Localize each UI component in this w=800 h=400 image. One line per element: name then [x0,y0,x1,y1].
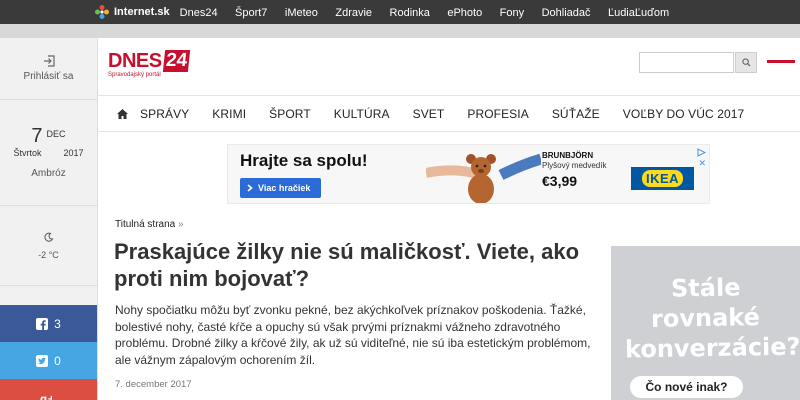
ad-headline: Hrajte sa spolu! [240,151,368,170]
header-promo[interactable] [765,52,800,73]
nav-item-krimi[interactable]: KRIMI [212,107,246,121]
article-lead: Nohy spočiatku môžu byť zvonku pekné, be… [115,303,591,367]
twitter-icon [36,354,49,367]
nav-item-kultura[interactable]: KULTÚRA [334,107,390,121]
search-input[interactable] [639,52,734,73]
ad-product-desc: Plyšový medvedík [542,161,607,170]
breadcrumb: Titulná strana » [115,219,184,230]
brand-name: DNES [108,50,162,72]
svg-text:g+: g+ [40,394,52,400]
date-month: DEC [46,129,66,139]
login-label: Prihlásiť sa [23,71,74,82]
nav-item-profesia[interactable]: PROFESIA [467,107,528,121]
facebook-share-button[interactable]: 3 [0,305,97,342]
weather-widget[interactable]: -2 °C [0,206,97,286]
ad-price: €3,99 [542,173,578,189]
teddy-bear-image [426,153,541,203]
portal-nav: Dnes24 Šport7 iMeteo Zdravie Rodinka ePh… [180,3,683,21]
ad-product-name: BRUNBJÖRN [542,151,594,160]
facebook-icon [36,317,49,330]
internet-sk-label: Internet.sk [114,6,170,18]
internet-sk-logo[interactable]: Internet.sk [94,4,170,20]
google-plus-icon: g+ [40,394,52,400]
nav-item-sutaze[interactable]: SÚŤAŽE [552,107,600,121]
ikea-logo: IKEA [631,167,694,190]
portal-link-dohliadac[interactable]: Dohliadač [542,7,591,19]
side-ad-line3: konverzácie? [624,332,800,364]
login-icon [43,55,55,67]
facebook-count: 3 [54,316,61,331]
left-sidebar: Prihlásiť sa 7 DEC Štvrtok 2017 Ambróz -… [0,38,98,400]
nameday: Ambróz [31,168,66,179]
weather-moon-icon [43,232,53,242]
twitter-count: 0 [54,353,61,368]
article-date: 7. december 2017 [115,379,192,390]
flower-logo-icon [95,5,109,19]
login-button[interactable]: Prihlásiť sa [0,38,97,100]
portal-link-dnes24[interactable]: Dnes24 [180,7,218,19]
side-ad-line2: rovnaké [650,303,761,333]
portal-link-rodinka[interactable]: Rodinka [390,7,430,19]
portal-link-fony[interactable]: Fony [500,7,524,19]
ad-cta-label: Viac hračiek [258,183,311,193]
home-icon [117,108,128,119]
nav-item-spravy[interactable]: SPRÁVY [140,107,189,121]
brand-number: 24 [162,50,190,72]
portal-link-ephoto[interactable]: ePhoto [447,7,482,19]
dnes24-logo[interactable]: DNES 24 Spravodajský portál [108,50,190,78]
search-icon [741,58,751,67]
ikea-logo-text: IKEA [641,170,684,187]
ad-close-button[interactable]: ✕ [698,158,706,169]
nav-item-sport[interactable]: ŠPORT [269,107,311,121]
side-ad-line1: Stále [670,273,741,303]
article-title: Praskajúce žilky nie sú maličkosť. Viete… [114,239,580,291]
twitter-share-button[interactable]: 0 [0,342,97,379]
header-strip [0,24,800,38]
main-nav: SPRÁVY KRIMI ŠPORT KULTÚRA SVET PROFESIA… [98,96,800,132]
top-bar: Internet.sk Dnes24 Šport7 iMeteo Zdravie… [0,0,800,24]
weather-temperature: -2 °C [38,249,59,260]
date-widget: 7 DEC Štvrtok 2017 Ambróz [0,100,97,206]
nav-item-svet[interactable]: SVET [413,107,445,121]
side-ad-banner[interactable]: Stále rovnaké konverzácie? Čo nové inak? [611,246,800,400]
ad-cta-button[interactable]: Viac hračiek [240,178,321,198]
date-year: 2017 [63,148,84,158]
date-weekday: Štvrtok [13,148,42,158]
chevron-right-icon [247,184,253,192]
brand-tagline: Spravodajský portál [108,72,161,78]
portal-link-sport7[interactable]: Šport7 [235,7,267,19]
side-ad-button[interactable]: Čo nové inak? [630,376,743,398]
date-day: 7 [31,125,43,147]
breadcrumb-separator: » [178,219,184,230]
promo-graphic-icon [767,56,797,69]
breadcrumb-home[interactable]: Titulná strana [115,219,175,230]
portal-link-ludia-ludom[interactable]: ĽudiaĽuďom [608,7,669,19]
portal-link-imeteo[interactable]: iMeteo [285,7,318,19]
google-plus-share-button[interactable]: g+ [0,379,97,400]
site-header: DNES 24 Spravodajský portál [98,38,800,96]
search-button[interactable] [735,52,757,73]
portal-link-zdravie[interactable]: Zdravie [335,7,372,19]
ikea-ad-banner[interactable]: Hrajte sa spolu! Viac hračiek BRUNBJÖRN … [227,144,710,204]
nav-item-volby[interactable]: VOĽBY DO VÚC 2017 [623,107,745,121]
home-link[interactable] [117,108,128,119]
adchoices-icon[interactable] [697,148,706,157]
